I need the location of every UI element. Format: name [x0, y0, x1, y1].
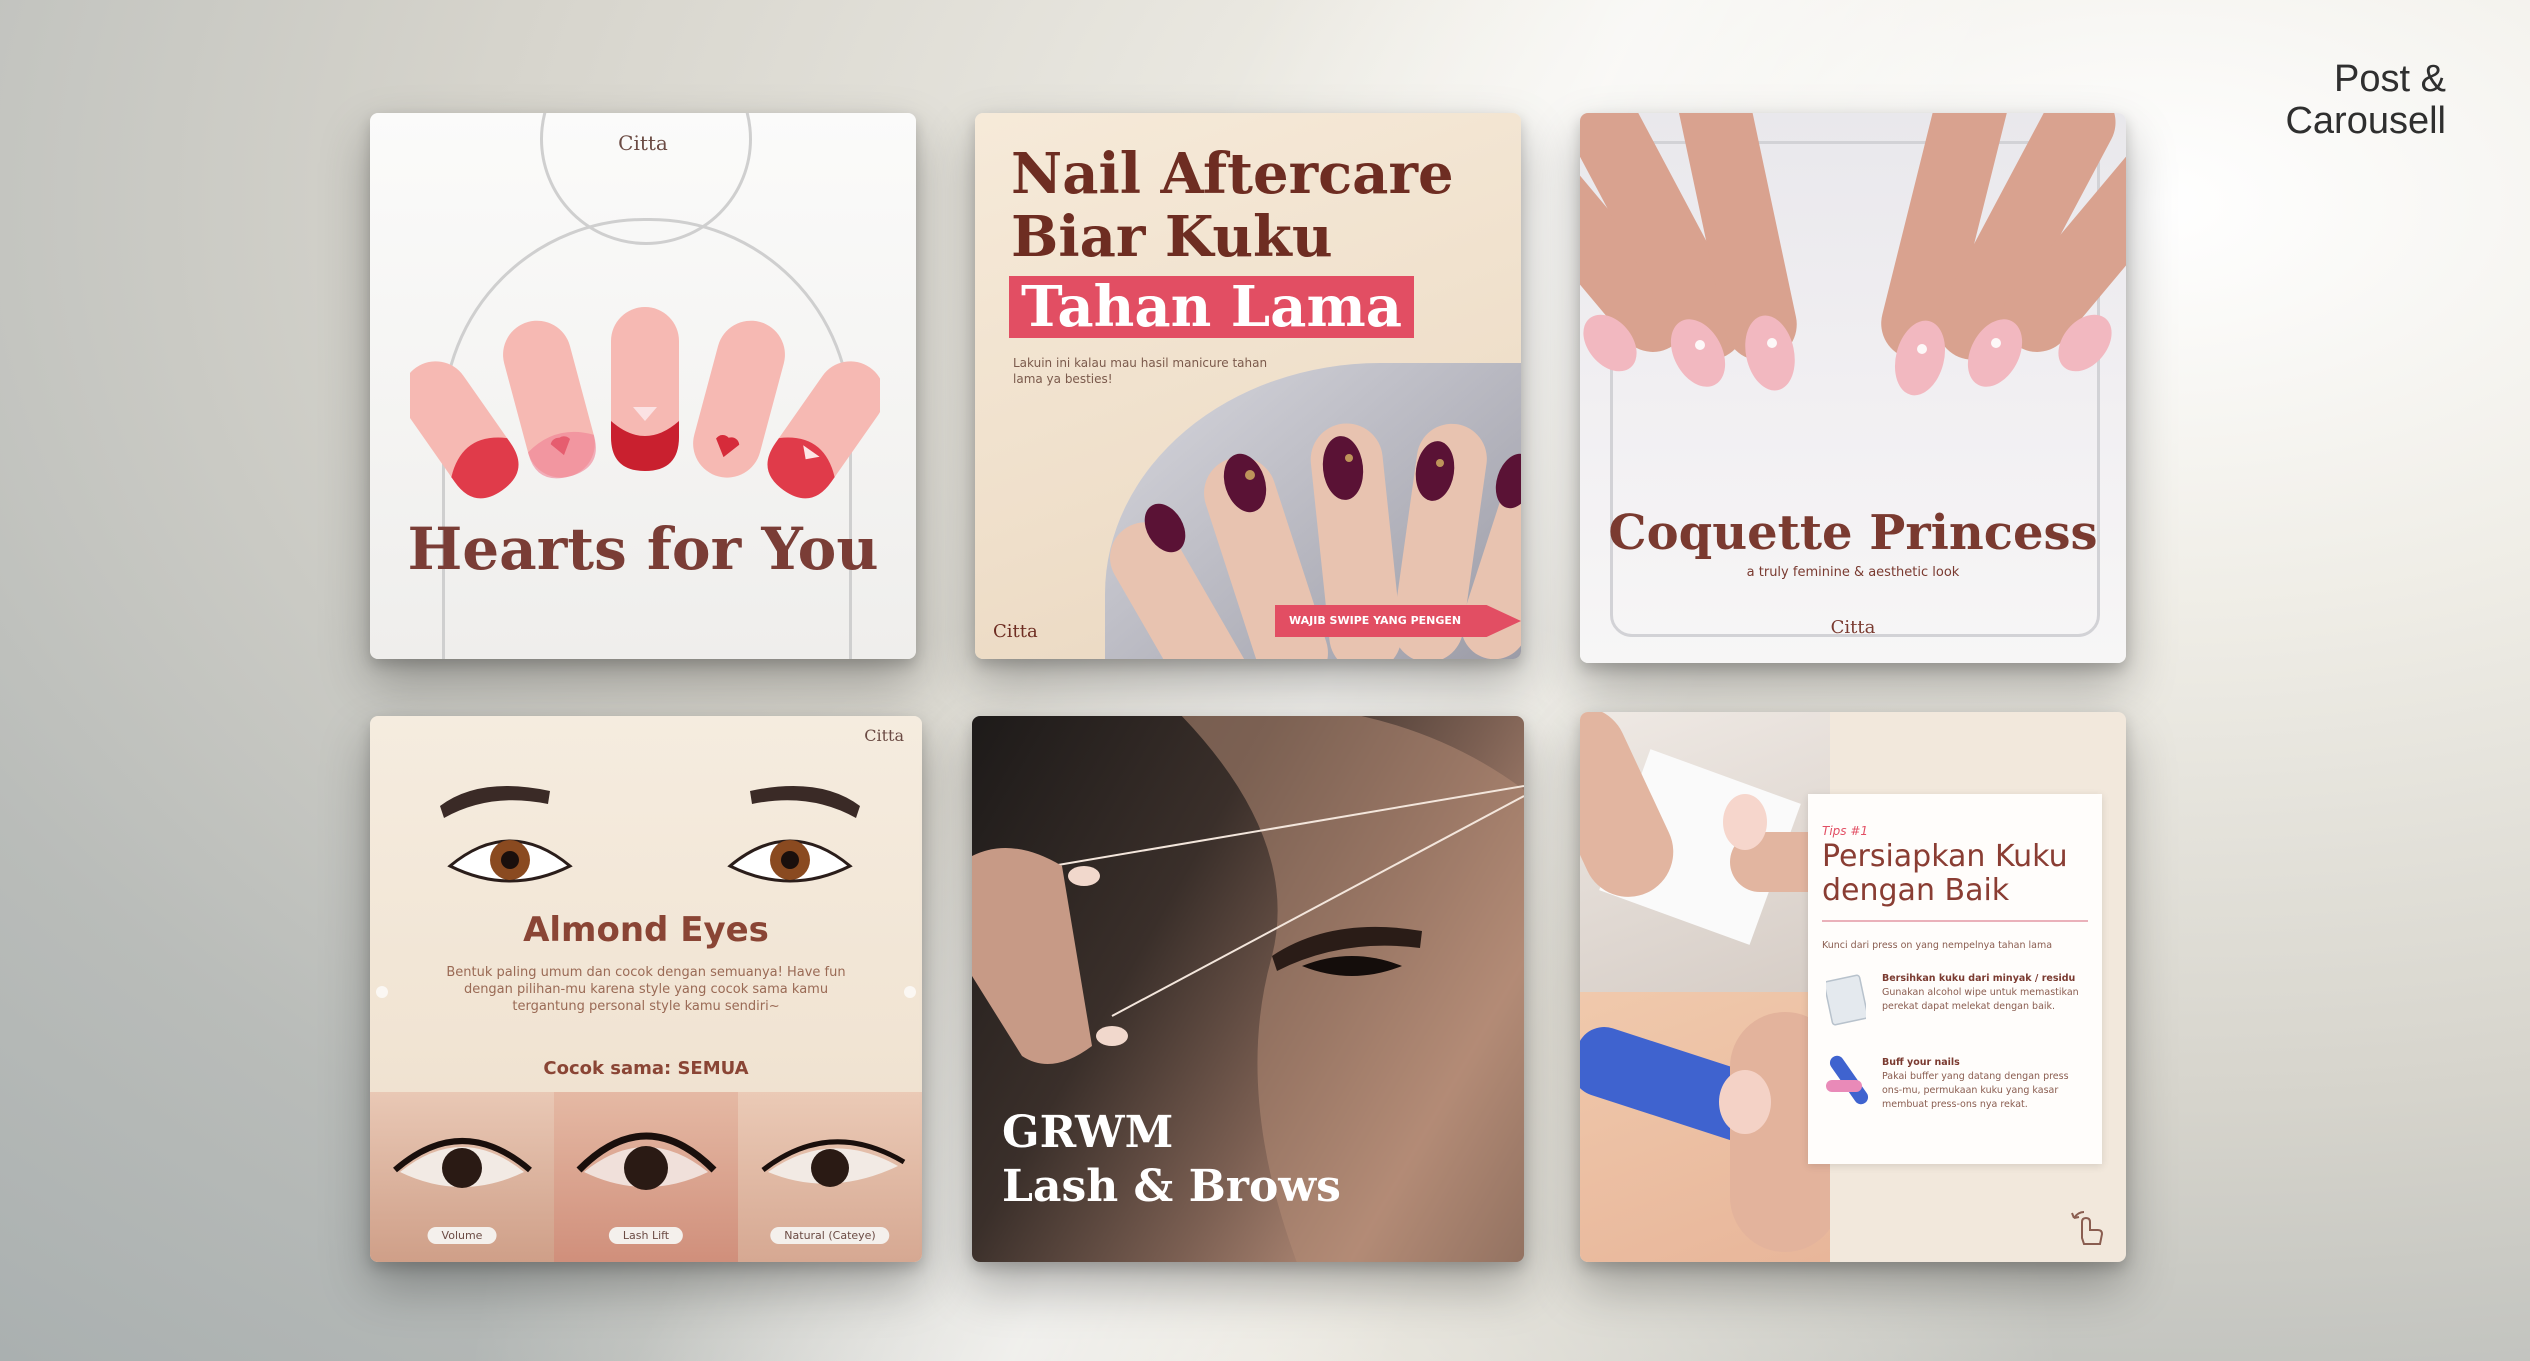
nail-buffer-icon: [1826, 1055, 1869, 1105]
post-card-tips[interactable]: Tips #1 Persiapkan Kuku dengan Baik Kunc…: [1580, 712, 2126, 1262]
tips-tag: Tips #1: [1822, 824, 1869, 838]
match-label: Cocok sama: SEMUA: [543, 1058, 749, 1079]
post-card-aftercare[interactable]: Nail Aftercare Biar Kuku Tahan Lama Laku…: [975, 113, 1521, 659]
title-line2: Biar Kuku: [1011, 204, 1333, 270]
swipe-hand-icon[interactable]: [2068, 1208, 2108, 1248]
alcohol-wipe-photo: [1580, 712, 1840, 992]
wipe-illustration: [1580, 712, 1840, 945]
brand-logo: Citta: [1830, 617, 1876, 638]
tip-item-clean: Bersihkan kuku dari minyak / residu Guna…: [1882, 972, 2088, 1014]
title-line1: Nail Aftercare: [1011, 141, 1454, 207]
eye-photo-natural: Natural (Cateye): [738, 1092, 922, 1262]
buffer-illustration: [1580, 1012, 1840, 1252]
eye-tag-lash-lift: Lash Lift: [608, 1227, 684, 1244]
brand-logo: Citta: [618, 131, 668, 155]
post-title: Coquette Princess: [1608, 505, 2098, 561]
eye-photo-lash-lift: Lash Lift: [554, 1092, 738, 1262]
swipe-cta-button[interactable]: WAJIB SWIPE YANG PENGEN TAU: [1275, 605, 1521, 637]
post-card-hearts[interactable]: Citta Hearts for You: [370, 113, 916, 659]
subtitle: Lakuin ini kalau mau hasil manicure taha…: [1013, 356, 1268, 386]
post-title: Hearts for You: [407, 515, 879, 583]
post-card-almond-eyes[interactable]: Citta Almond Eyes Bentuk paling umum dan…: [370, 716, 922, 1262]
eye-tag-volume: Volume: [427, 1227, 497, 1244]
tip-item-buff-body: Pakai buffer yang datang dengan press on…: [1882, 1071, 2069, 1110]
eye-photo-row: Volume Lash Lift Natural (Cateye): [370, 1092, 922, 1262]
tip-item-clean-body: Gunakan alcohol wipe untuk memastikan pe…: [1882, 987, 2079, 1012]
nails-illustration: [410, 307, 880, 499]
tips-heading: Persiapkan Kuku dengan Baik: [1822, 839, 2068, 908]
section-title-line2: Carousell: [2285, 100, 2446, 142]
post-title: Almond Eyes: [523, 910, 769, 950]
tip-item-buff: Buff your nails Pakai buffer yang datang…: [1882, 1056, 2088, 1112]
title-highlight: Tahan Lama: [1009, 276, 1415, 338]
brand-logo: Citta: [864, 726, 904, 745]
brand-logo: Citta: [993, 621, 1038, 642]
post-subtitle: a truly feminine & aesthetic look: [1746, 565, 1960, 580]
tips-intro: Kunci dari press on yang nempelnya tahan…: [1822, 940, 2053, 951]
hands-illustration: [1580, 113, 2126, 396]
eyes-illustration: [440, 786, 860, 883]
post-title-line1: GRWM: [1002, 1107, 1174, 1158]
section-title-line1: Post &: [2334, 58, 2446, 100]
alcohol-wipe-icon: [1826, 974, 1866, 1026]
tips-panel: Tips #1 Persiapkan Kuku dengan Baik Kunc…: [1808, 794, 2102, 1164]
tip-item-clean-title: Bersihkan kuku dari minyak / residu: [1882, 973, 2076, 984]
post-card-coquette[interactable]: Coquette Princess a truly feminine & aes…: [1580, 113, 2126, 663]
post-description: Bentuk paling umum dan cocok dengan semu…: [446, 965, 846, 1014]
nail-buffer-photo: [1580, 992, 1840, 1262]
carousel-prev-dot[interactable]: [376, 986, 388, 998]
divider: [1822, 920, 2088, 922]
eye-photo-volume: Volume: [370, 1092, 554, 1262]
eye-tag-natural: Natural (Cateye): [770, 1227, 890, 1244]
carousel-next-dot[interactable]: [904, 986, 916, 998]
tip-item-buff-title: Buff your nails: [1882, 1057, 1960, 1068]
post-title-line2: Lash & Brows: [1002, 1161, 1341, 1212]
section-title: Post & Carousell: [2285, 58, 2446, 142]
post-card-grwm[interactable]: GRWM Lash & Brows: [972, 716, 1524, 1262]
